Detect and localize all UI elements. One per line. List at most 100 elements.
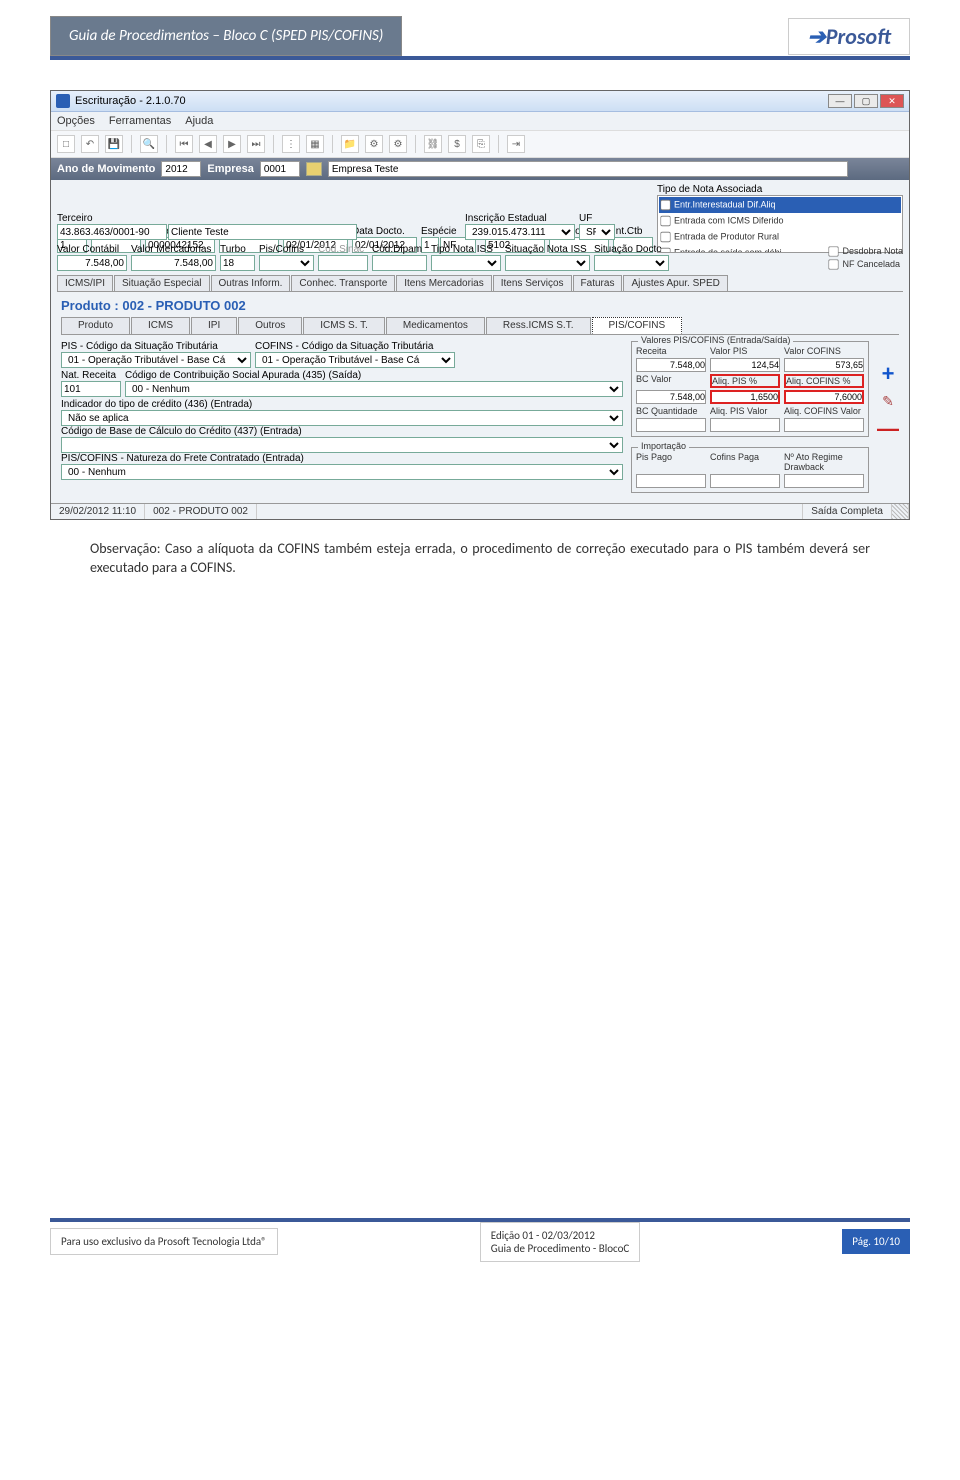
window-close-button[interactable]: ✕	[880, 94, 904, 108]
vmerc-input[interactable]	[131, 255, 216, 271]
lbl-indcred: Indicador do tipo de crédito (436) (Entr…	[61, 399, 623, 410]
exit-icon[interactable]: ⇥	[507, 135, 525, 153]
next-icon[interactable]: ▶	[223, 135, 241, 153]
bcvalor-input[interactable]	[636, 390, 706, 404]
tab-outras[interactable]: Outras Inform.	[211, 275, 291, 291]
lbl-pissit: PIS - Código da Situação Tributária	[61, 341, 251, 352]
tab-icmsipi[interactable]: ICMS/IPI	[57, 275, 113, 291]
turbo-input[interactable]	[220, 255, 255, 271]
tab-itensserv[interactable]: Itens Serviços	[493, 275, 572, 291]
footer-left: Para uso exclusivo da Prosoft Tecnologia…	[50, 1228, 278, 1255]
terceiro-code[interactable]	[57, 224, 167, 240]
chk-tiponota-2[interactable]	[660, 231, 670, 244]
cofsit-select[interactable]: 01 - Operação Tributável - Base Cá	[255, 352, 455, 368]
subtab-piscofins[interactable]: PIS/COFINS	[592, 317, 683, 334]
link-icon[interactable]: ⛓	[424, 135, 442, 153]
empresa-name-input[interactable]	[328, 161, 848, 177]
folder-open-icon[interactable]	[306, 162, 322, 176]
subtab-icms[interactable]: ICMS	[131, 317, 190, 334]
receita-input[interactable]	[636, 358, 706, 372]
dipam-input[interactable]	[372, 255, 427, 271]
menu-ferramentas[interactable]: Ferramentas	[109, 115, 171, 127]
calc-icon[interactable]: ▦	[306, 135, 324, 153]
last-icon[interactable]: ⏭	[247, 135, 265, 153]
side-buttons: + ✎ —	[877, 341, 899, 493]
status-right: Saída Completa	[803, 504, 892, 519]
nat-input[interactable]	[61, 381, 121, 397]
terceiro-name[interactable]	[168, 224, 357, 240]
tab-faturas[interactable]: Faturas	[573, 275, 623, 291]
money-icon[interactable]: $	[448, 135, 466, 153]
ano-input[interactable]	[161, 161, 201, 177]
lbl-frete: PIS/COFINS - Natureza do Frete Contratad…	[61, 453, 623, 464]
window-minimize-button[interactable]: —	[828, 94, 852, 108]
valores-box: Valores PIS/COFINS (Entrada/Saída) Recei…	[631, 341, 869, 437]
lbl-vcont: Valor Contábil	[57, 244, 127, 255]
menu-opcoes[interactable]: Opções	[57, 115, 95, 127]
resize-grip-icon[interactable]	[892, 504, 909, 519]
aliqpisv-input[interactable]	[710, 418, 780, 432]
subtab-ipi[interactable]: IPI	[191, 317, 237, 334]
tree-icon[interactable]: ⋮	[282, 135, 300, 153]
footer-page: Pág. 10/10	[842, 1229, 910, 1254]
subtab-med[interactable]: Medicamentos	[386, 317, 485, 334]
contrib-select[interactable]: 00 - Nenhum	[125, 381, 623, 397]
pispago-input[interactable]	[636, 474, 706, 488]
chk-desdobra[interactable]	[829, 246, 839, 256]
piscof-select[interactable]	[259, 255, 314, 271]
preview-icon[interactable]: 🔍	[140, 135, 158, 153]
new-icon[interactable]: □	[57, 135, 75, 153]
save-icon[interactable]: 💾	[105, 135, 123, 153]
empresa-code-input[interactable]	[260, 161, 300, 177]
ano-label: Ano de Movimento	[57, 163, 155, 175]
chk-tiponota-1[interactable]	[660, 215, 670, 228]
tab-conhec[interactable]: Conhec. Transporte	[291, 275, 395, 291]
edit-icon[interactable]: ✎	[882, 393, 894, 410]
window-maximize-button[interactable]: ▢	[854, 94, 878, 108]
sniss-select[interactable]	[505, 255, 590, 271]
subtab-ress[interactable]: Ress.ICMS S.T.	[486, 317, 591, 334]
tab-itensmerc[interactable]: Itens Mercadorias	[396, 275, 491, 291]
lbl-uf: UF	[579, 213, 615, 224]
uf-select[interactable]: SP	[579, 224, 615, 240]
first-icon[interactable]: ⏮	[175, 135, 193, 153]
sdoc-select[interactable]	[594, 255, 669, 271]
drawback-input[interactable]	[784, 474, 864, 488]
codbase-select[interactable]	[61, 437, 623, 453]
vcofins-input[interactable]	[784, 358, 864, 372]
add-icon[interactable]: +	[882, 361, 895, 387]
vcontabil-input[interactable]	[57, 255, 127, 271]
lbl-sniss: Situação Nota ISS	[505, 244, 590, 255]
cofpaga-input[interactable]	[710, 474, 780, 488]
undo-icon[interactable]: ↶	[81, 135, 99, 153]
frete-select[interactable]: 00 - Nenhum	[61, 464, 623, 480]
insc-select[interactable]: 239.015.473.111	[465, 224, 575, 240]
pissit-select[interactable]: 01 - Operação Tributável - Base Cá	[61, 352, 251, 368]
subtab-outros[interactable]: Outros	[238, 317, 302, 334]
vpis-input[interactable]	[710, 358, 780, 372]
subtab-produto[interactable]: Produto	[61, 317, 130, 334]
remove-icon[interactable]: —	[877, 416, 899, 442]
indcred-select[interactable]: Não se aplica	[61, 410, 623, 426]
gear2-icon[interactable]: ⚙	[389, 135, 407, 153]
observation-text: Observação: Caso a alíquota da COFINS ta…	[90, 540, 870, 578]
prev-icon[interactable]: ◀	[199, 135, 217, 153]
chk-tiponota-0[interactable]	[660, 199, 670, 212]
bcqtd-input[interactable]	[636, 418, 706, 432]
lbl-contrib: Código de Contribuição Social Apurada (4…	[125, 370, 623, 381]
menu-ajuda[interactable]: Ajuda	[185, 115, 213, 127]
tniss-select[interactable]	[431, 255, 501, 271]
lbl-turbo: Turbo	[220, 244, 255, 255]
gear-icon[interactable]: ⚙	[365, 135, 383, 153]
lbl-intctb: Int.Ctb	[613, 226, 653, 237]
folder-icon[interactable]: 📁	[341, 135, 359, 153]
tab-sitesp[interactable]: Situação Especial	[114, 275, 210, 291]
chk-nfcancel[interactable]	[829, 259, 839, 269]
aliqcof-input[interactable]	[784, 390, 864, 404]
tab-ajustes[interactable]: Ajustes Apur. SPED	[623, 275, 727, 291]
subtab-icmsst[interactable]: ICMS S. T.	[303, 317, 385, 334]
aliqpis-input[interactable]	[710, 390, 780, 404]
produto-header: Produto : 002 - PRODUTO 002	[57, 292, 903, 317]
export-icon[interactable]: ⎘	[472, 135, 490, 153]
aliqcofv-input[interactable]	[784, 418, 864, 432]
